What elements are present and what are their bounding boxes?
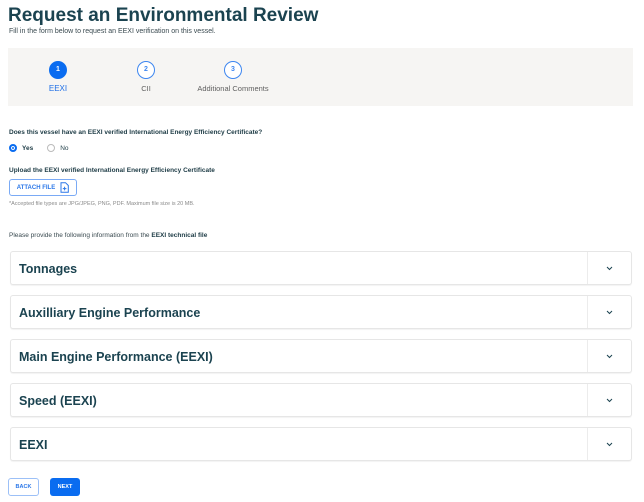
- chevron-down-icon[interactable]: [587, 296, 631, 328]
- certificate-question: Does this vessel have an EEXI verified I…: [9, 129, 263, 136]
- file-add-icon: [60, 182, 70, 193]
- page-title: Request an Environmental Review: [8, 5, 319, 26]
- step-number: 3: [224, 61, 242, 79]
- radio-yes[interactable]: Yes: [9, 144, 33, 152]
- next-button[interactable]: NEXT: [50, 478, 80, 496]
- radio-selected-icon[interactable]: [9, 144, 17, 152]
- page-subtitle: Fill in the form below to request an EEX…: [9, 28, 216, 35]
- accordion-auxiliary-engine[interactable]: Auxilliary Engine Performance: [10, 295, 632, 329]
- attach-file-label: ATTACH FILE: [16, 184, 56, 191]
- accordion-title: Auxilliary Engine Performance: [19, 306, 201, 320]
- upload-label: Upload the EEXI verified International E…: [9, 167, 215, 174]
- radio-label: Yes: [22, 144, 34, 152]
- attach-file-button[interactable]: ATTACH FILE: [9, 179, 77, 196]
- step-number: 2: [137, 61, 155, 79]
- back-button[interactable]: BACK: [8, 478, 39, 496]
- accordion-speed[interactable]: Speed (EEXI): [10, 383, 632, 417]
- step-additional-comments[interactable]: 3 Additional Comments: [173, 61, 293, 93]
- accordion-title: Tonnages: [19, 262, 78, 276]
- chevron-down-icon[interactable]: [587, 340, 631, 372]
- provide-info-text: Please provide the following information…: [9, 232, 207, 239]
- accordion-tonnages[interactable]: Tonnages: [10, 251, 632, 285]
- step-number: 1: [49, 61, 67, 79]
- radio-label: No: [60, 144, 69, 152]
- chevron-down-icon[interactable]: [587, 384, 631, 416]
- radio-unselected-icon[interactable]: [47, 144, 56, 152]
- stepper: 1 EEXI 2 CII 3 Additional Comments: [8, 48, 633, 106]
- accordion-title: Main Engine Performance (EEXI): [19, 350, 213, 364]
- provide-text: Please provide the following information…: [9, 232, 152, 239]
- accordion-title: Speed (EEXI): [19, 394, 97, 408]
- step-label: Additional Comments: [197, 84, 269, 93]
- accordion-eexi[interactable]: EEXI: [10, 427, 632, 461]
- chevron-down-icon[interactable]: [587, 428, 631, 460]
- provide-bold: EEXI technical file: [151, 232, 208, 239]
- chevron-down-icon[interactable]: [587, 252, 631, 284]
- radio-no[interactable]: No: [47, 144, 69, 152]
- file-type-note: *Accepted file types are JPG/JPEG, PNG, …: [9, 201, 195, 207]
- certificate-radio-group: Yes No: [9, 144, 69, 152]
- accordion-main-engine[interactable]: Main Engine Performance (EEXI): [10, 339, 632, 373]
- accordion-title: EEXI: [19, 438, 48, 452]
